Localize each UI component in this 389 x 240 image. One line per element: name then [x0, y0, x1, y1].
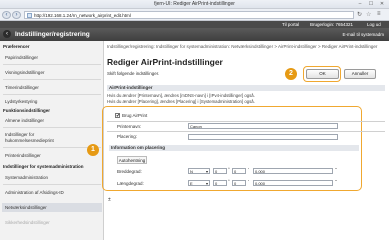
app-title: Indstillinger/registrering [15, 31, 90, 38]
degree-symbol: ° [228, 179, 230, 184]
location-input[interactable] [188, 134, 338, 140]
section-airprint: AirPrint-indstillinger [107, 85, 385, 91]
latitude-degrees-input[interactable]: 0 [213, 168, 227, 174]
app-banner: ‹ Indstillinger/registrering E-mail til … [0, 28, 389, 41]
sidebar-head-functions: Funktionsindstillinger [3, 108, 50, 113]
maximize-button[interactable]: ☐ [367, 1, 375, 7]
longitude-degrees-input[interactable]: 0 [213, 180, 227, 186]
footer-icon: ± [108, 197, 111, 203]
sidebar-item-printer[interactable]: Printerindstillinger [5, 153, 99, 158]
close-window-button[interactable]: ✕ [378, 1, 386, 7]
favicon-icon [27, 13, 32, 18]
email-admin-link[interactable]: E-mail til systemadm [342, 32, 384, 37]
page-subtitle: Skift følgende indstillinger. [107, 71, 160, 76]
section-location-info: Information om placering [109, 145, 359, 151]
forward-arrow-icon[interactable]: › [12, 11, 21, 19]
address-bar-row: ‹ › http://192.168.1.24/rn_network_airpr… [0, 9, 389, 21]
page-title: Rediger AirPrint-indstillinger [107, 57, 223, 67]
latitude-direction-select[interactable]: N ▾ [188, 168, 210, 174]
latitude-minutes-input[interactable]: 0 [232, 168, 246, 174]
ok-button[interactable]: OK [306, 69, 339, 79]
second-symbol: " [335, 167, 337, 172]
callout-badge-2: 2 [285, 68, 297, 80]
longitude-label: Længdegrad: [117, 181, 144, 186]
sidebar-head-preferences: Præferencer [3, 44, 30, 49]
sidebar-item-security[interactable]: Sikkerhedsindstillinger [5, 220, 99, 225]
sidebar-item-media-print[interactable]: Indstillinger for hukommelsesmedieprint [5, 132, 99, 143]
window-titlebar: fjern-UI: Rediger AirPrint-indstillinger… [0, 0, 389, 9]
to-portal-link[interactable]: Til portal [282, 22, 299, 27]
minute-symbol: ' [248, 167, 249, 172]
sidebar-item-common[interactable]: Almene indstillinger [5, 118, 99, 123]
sidebar-head-sysadmin: Indstillinger for systemadministration [3, 164, 84, 169]
sidebar-item-network[interactable]: Netværksindstillinger [5, 205, 99, 210]
url-input[interactable]: http://192.168.1.24/rn_network_airprint_… [24, 11, 354, 19]
printer-name-input[interactable]: Canon [188, 123, 338, 129]
latitude-label: Breddegrad: [117, 169, 142, 174]
sidebar-item-display[interactable]: Visningsindstillinger [5, 70, 99, 75]
longitude-minutes-input[interactable]: 0 [232, 180, 246, 186]
note-printer-name: Hvis du ændrer [Printernavn], ændres [mD… [107, 93, 255, 98]
sidebar-item-volume[interactable]: Lydstyrkestyring [5, 99, 99, 104]
back-circle-icon[interactable]: ‹ [3, 30, 11, 38]
cancel-button[interactable]: Annuller [344, 69, 376, 79]
sidebar-item-timer[interactable]: Timerindstillinger [5, 85, 99, 90]
printer-name-label: Printernavn: [117, 124, 142, 129]
longitude-seconds-input[interactable]: 0.000 [253, 180, 333, 186]
minute-symbol: ' [248, 179, 249, 184]
auto-fetch-button[interactable]: Autohentning [117, 156, 147, 164]
reload-icon[interactable]: ↻ [357, 11, 362, 18]
window-title: fjern-UI: Rediger AirPrint-indstillinger [154, 1, 235, 7]
sidebar-item-dept-id[interactable]: Administration af Afsidings-ID [5, 190, 99, 195]
breadcrumb: Indstillinger/registrering: Indstillinge… [107, 44, 378, 49]
location-label: Placering: [117, 134, 138, 139]
app-top-bar: Til portal Brugerlogin: 7654321 Log ud [0, 21, 389, 28]
logout-link[interactable]: Log ud [367, 22, 381, 27]
sidebar-item-system-admin[interactable]: Systemadministration [5, 175, 99, 180]
url-text: http://192.168.1.24/rn_network_airprint_… [34, 13, 131, 18]
second-symbol: " [335, 179, 337, 184]
latitude-direction-value: N [190, 169, 193, 174]
callout-badge-1: 1 [87, 144, 99, 156]
back-arrow-icon[interactable]: ‹ [2, 11, 11, 19]
note-location: Hvis du ændrer [Placering], ændres [Plac… [107, 99, 255, 104]
chevron-down-icon: ▾ [205, 169, 208, 174]
sidebar-item-paper[interactable]: Papirindstillinger [5, 55, 99, 60]
longitude-direction-select[interactable]: E ▾ [188, 180, 210, 186]
use-airprint-checkbox[interactable]: ✔ [115, 113, 120, 119]
sidebar: Præferencer Papirindstillinger Visningsi… [0, 41, 104, 240]
star-icon[interactable]: ☆ [366, 11, 371, 18]
use-airprint-label: Brug AirPrint [122, 113, 148, 118]
longitude-direction-value: E [190, 181, 193, 186]
latitude-seconds-input[interactable]: 0.000 [253, 168, 333, 174]
menu-icon[interactable]: ≡ [377, 11, 381, 17]
minimize-button[interactable]: – [356, 1, 364, 7]
user-login-text: Brugerlogin: 7654321 [310, 22, 354, 27]
chevron-down-icon: ▾ [205, 181, 208, 186]
degree-symbol: ° [228, 167, 230, 172]
